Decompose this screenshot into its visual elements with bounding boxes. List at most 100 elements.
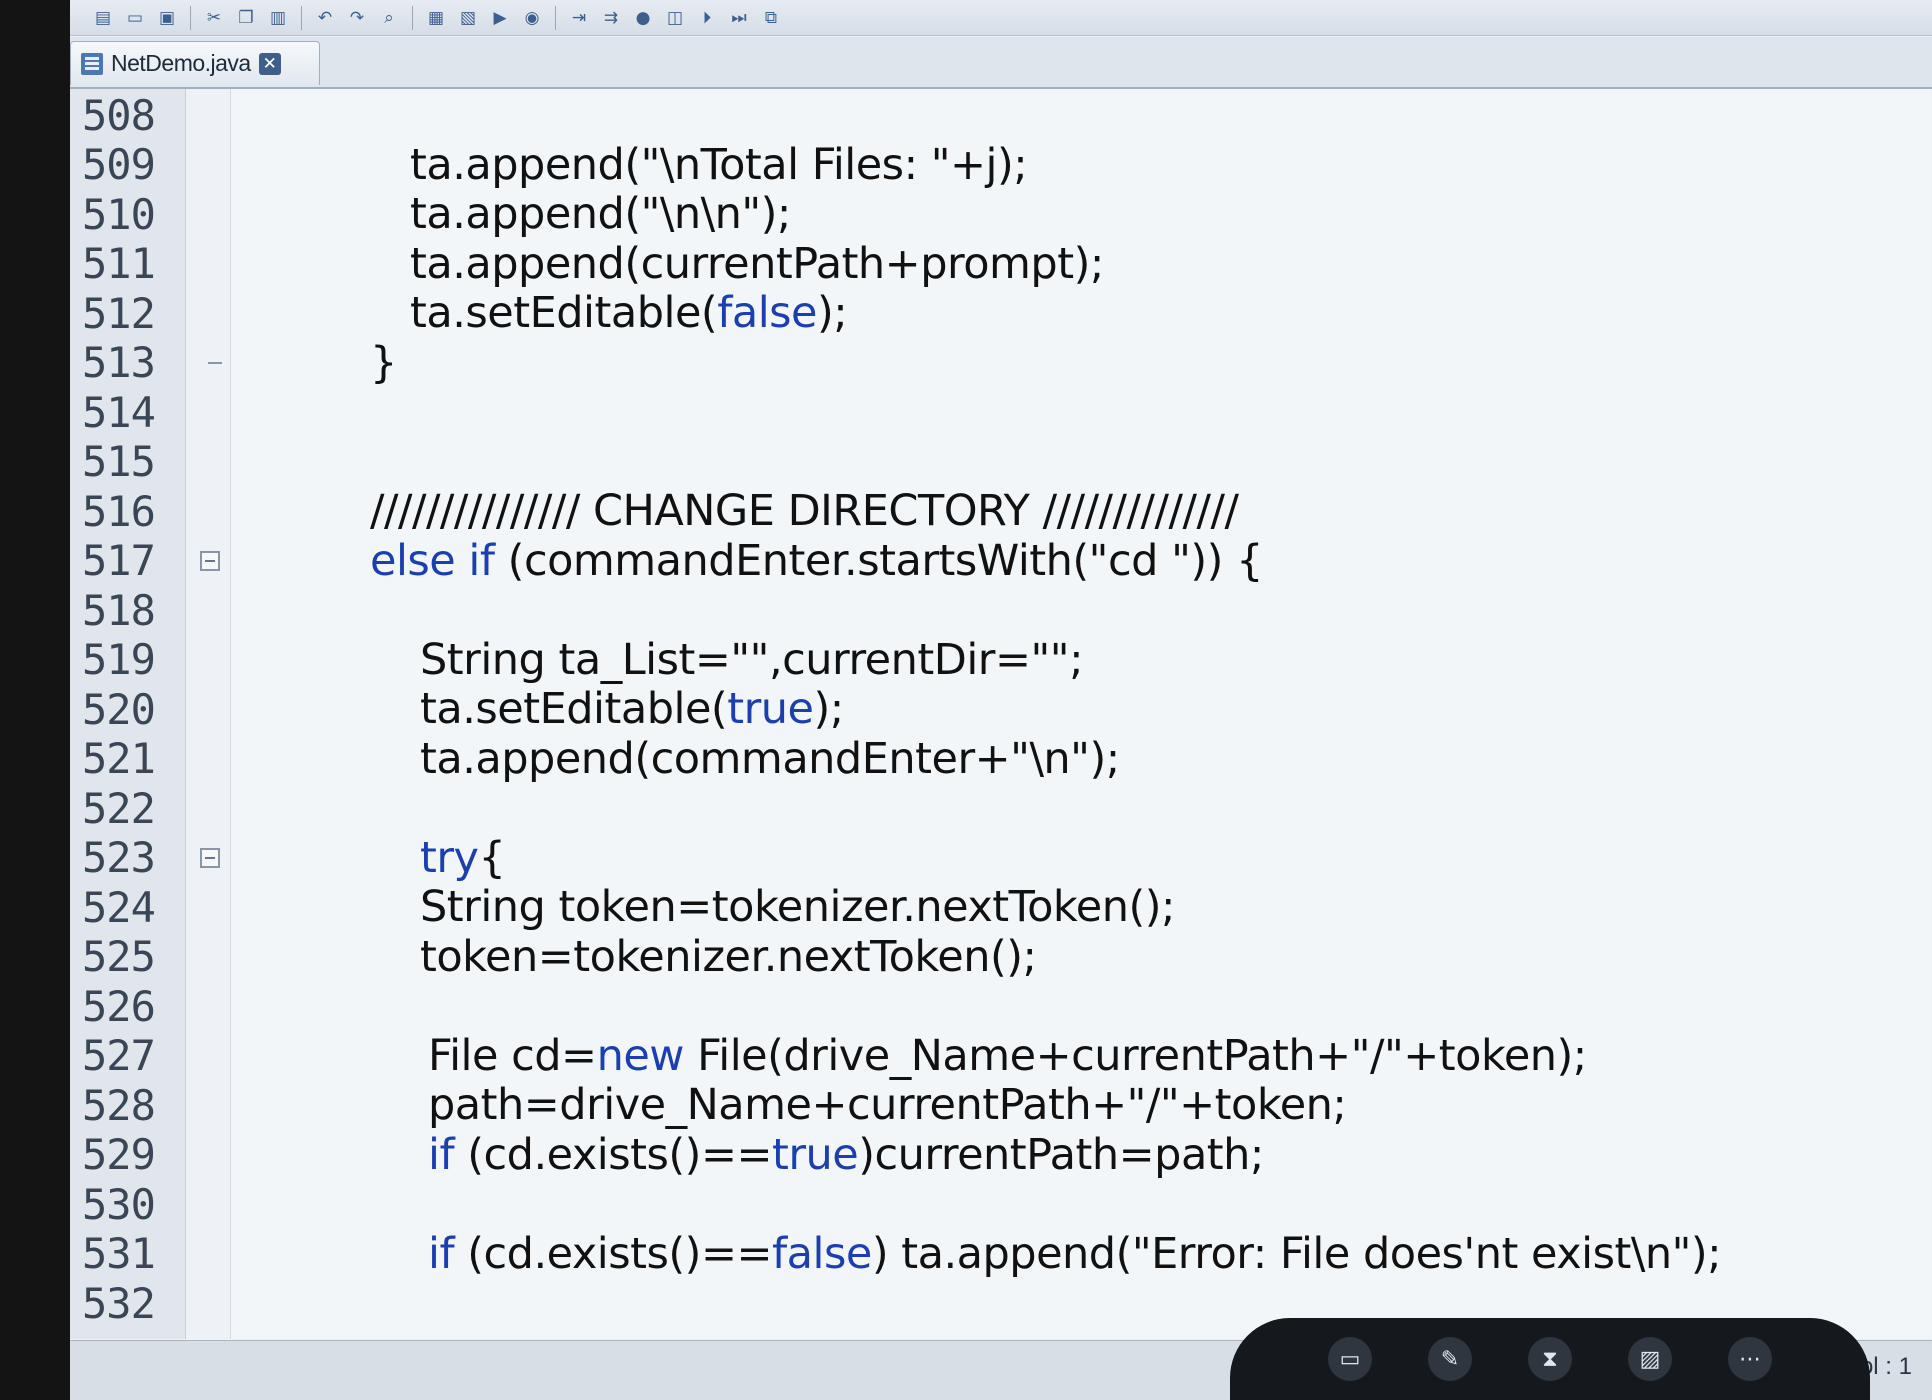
code-token: File(drive_Name+currentPath+"/"+token); [683,1030,1587,1081]
step-over-icon[interactable]: ⇉ [598,5,624,31]
line-number: 513 [82,338,156,387]
code-line[interactable]: 520 ta.setEditable(true); [70,683,1932,735]
code-token: String ta_List="",currentDir=""; [420,634,1084,685]
line-number: 514 [82,387,156,437]
image-icon[interactable]: ▨ [1628,1337,1672,1381]
code-token: ta.setEditable( [410,288,718,338]
os-taskbar: ▭ ✎ ⧗ ▨ ⋯ [1230,1318,1870,1400]
code-line[interactable]: 531 if (cd.exists()==false) ta.append("Er… [70,1228,1932,1280]
code-token: ); [813,684,844,734]
code-line[interactable]: 510 ta.append("\n\n"); [70,188,1932,240]
step-icon[interactable]: ⇥ [566,5,592,31]
copy-window-icon[interactable]: ⧉ [758,5,784,31]
toolbar-separator [412,5,413,30]
code-line[interactable]: 508 [70,89,1932,141]
code-text: String token=tokenizer.nextToken(); [420,882,1176,932]
debug-icon[interactable]: ◉ [519,5,545,31]
code-token: (commandEnter.startsWith("cd ")) { [494,535,1264,586]
code-line[interactable]: 517 else if (commandEnter.startsWith("cd … [70,535,1932,587]
line-number: 510 [82,189,156,239]
new-file-icon[interactable]: ▤ [90,5,116,31]
code-text: File cd=new File(drive_Name+currentPath+… [428,1031,1587,1081]
code-text: ta.append("\nTotal Files: "+j); [410,139,1028,190]
code-token: (cd.exists()== [454,1228,773,1279]
hourglass-icon[interactable]: ⧗ [1528,1337,1572,1381]
close-icon[interactable]: ✕ [258,52,281,75]
code-line[interactable]: 514 [70,386,1932,438]
code-line[interactable]: 512 ta.setEditable(false); [70,287,1932,339]
code-text: path=drive_Name+currentPath+"/"+token; [428,1080,1347,1130]
code-token: ta.append("\nTotal Files: "+j); [410,139,1028,190]
code-line[interactable]: 526 [70,980,1932,1032]
code-token: File cd= [428,1030,597,1081]
line-number: 515 [82,437,156,486]
run-icon[interactable]: ▶ [487,5,513,31]
code-line[interactable]: 524 String token=tokenizer.nextToken(); [70,881,1932,933]
line-number: 529 [82,1130,156,1179]
code-token: String token=tokenizer.nextToken(); [420,882,1176,932]
pen-icon[interactable]: ✎ [1428,1337,1472,1381]
code-line[interactable]: 530 [70,1178,1932,1230]
ide-window: ▤ ▭ ▣ ✂ ❐ ▥ ↶ ↷ ⌕ ▦ ▧ ▶ ◉ ⇥ ⇉ ● ◫ ⏵ ⏭ ⧉ … [70,0,1932,1400]
fold-toggle[interactable] [200,847,220,868]
code-token: ta.append(currentPath+prompt); [410,238,1104,289]
code-text: ta.append("\n\n"); [410,189,791,239]
code-line[interactable]: 523 try{ [70,832,1932,884]
more-icon[interactable]: ⋯ [1728,1337,1772,1381]
line-number: 519 [82,635,156,684]
fast-forward-icon[interactable]: ⏭ [726,5,752,31]
code-line[interactable]: 515 [70,436,1932,488]
code-line[interactable]: 522 [70,782,1932,834]
line-number: 528 [82,1080,156,1130]
toolbar-separator [301,5,302,30]
code-token: (cd.exists()== [454,1129,773,1180]
line-number: 532 [82,1278,156,1328]
code-token: } [370,337,397,388]
window-switch-icon[interactable]: ▭ [1328,1337,1372,1381]
copy-icon[interactable]: ❐ [233,5,259,31]
code-line[interactable]: 513} [70,337,1932,389]
undo-icon[interactable]: ↶ [312,5,338,31]
code-line[interactable]: 528 path=drive_Name+currentPath+"/"+token… [70,1079,1932,1131]
forward-icon[interactable]: ⏵ [694,5,720,31]
window-icon[interactable]: ◫ [662,5,688,31]
line-number: 524 [82,882,156,932]
line-number: 512 [82,288,156,338]
code-line[interactable]: 519 String ta_List="",currentDir=""; [70,634,1932,686]
find-icon[interactable]: ⌕ [376,5,402,31]
code-line[interactable]: 525 token=tokenizer.nextToken(); [70,931,1932,983]
code-line[interactable]: 511 ta.append(currentPath+prompt); [70,238,1932,290]
code-line[interactable]: 509 ta.append("\nTotal Files: "+j); [70,139,1932,191]
fold-end-marker [208,361,222,364]
editor-tab[interactable]: NetDemo.java ✕ [70,41,320,85]
paste-icon[interactable]: ▥ [265,5,291,31]
code-line[interactable]: 516 /////////////// CHANGE DIRECTORY ////… [70,485,1932,537]
line-number: 517 [82,536,156,585]
keyword-token: else if [370,535,495,586]
code-editor[interactable]: 508 509 ta.append("\nTotal Files: "+j); 510… [70,89,1932,1339]
code-line[interactable]: 521 ta.append(commandEnter+"\n"); [70,733,1932,785]
code-line[interactable]: 529 if (cd.exists()==true)currentPath=pat… [70,1129,1932,1181]
keyword-token: true [727,684,814,734]
redo-icon[interactable]: ↷ [344,5,370,31]
compile-icon[interactable]: ▦ [423,5,449,31]
line-number: 511 [82,239,156,288]
save-icon[interactable]: ▣ [154,5,180,31]
line-number: 525 [82,932,156,981]
code-text: try{ [420,833,506,883]
code-text: if (cd.exists()==false) ta.append("Error… [428,1228,1722,1279]
code-token: /////////////// CHANGE DIRECTORY ///////… [370,486,1239,536]
code-token: ta.append("\n\n"); [410,189,791,239]
code-text: else if (commandEnter.startsWith("cd "))… [370,536,1263,586]
code-text: String ta_List="",currentDir=""; [420,634,1084,685]
code-text: token=tokenizer.nextToken(); [420,932,1037,982]
build-icon[interactable]: ▧ [455,5,481,31]
code-line[interactable]: 518 [70,584,1932,636]
code-text: /////////////// CHANGE DIRECTORY ///////… [370,486,1239,536]
fold-toggle[interactable] [200,550,220,571]
code-line[interactable]: 527 File cd=new File(drive_Name+currentPa… [70,1030,1932,1082]
breakpoint-icon[interactable]: ● [630,5,656,31]
keyword-token: true [772,1129,859,1180]
cut-icon[interactable]: ✂ [201,5,227,31]
open-folder-icon[interactable]: ▭ [122,5,148,31]
